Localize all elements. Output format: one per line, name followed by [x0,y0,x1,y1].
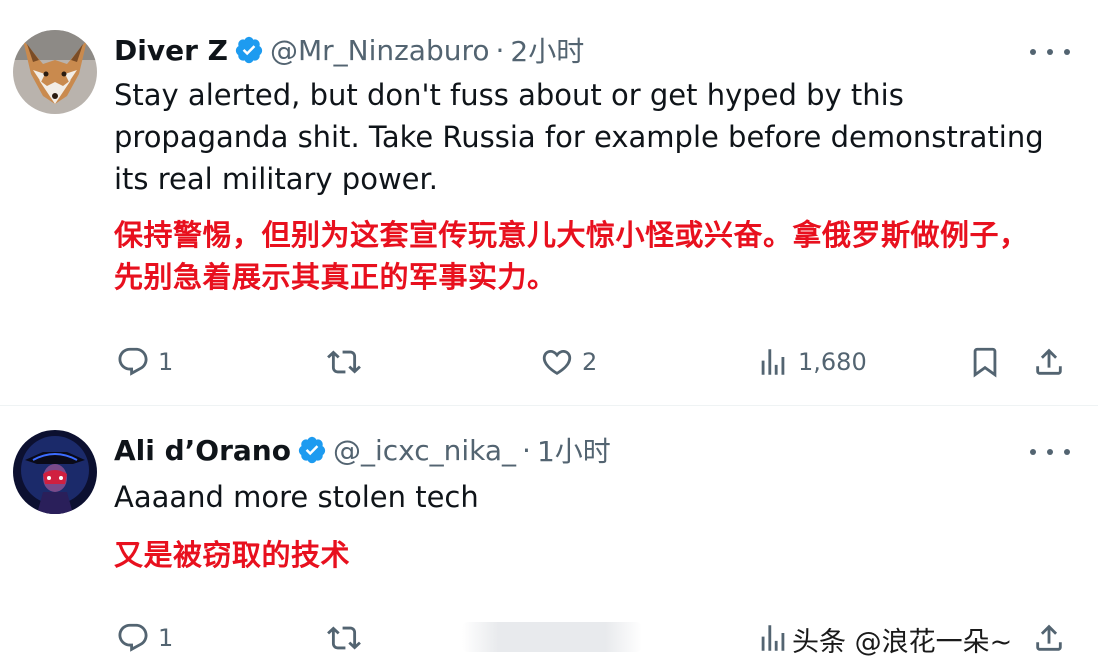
blurred-overlay [462,622,642,652]
more-options-icon[interactable] [1030,42,1070,62]
heart-icon [542,349,572,375]
user-handle[interactable]: @Mr_Ninzaburo [270,34,490,67]
tweet-translation: 保持警惕，但别为这套宣传玩意儿大惊小怪或兴奋。拿俄罗斯做例子，先别急着展示其真正… [114,218,1029,294]
share-button[interactable] [1032,616,1066,660]
verified-badge-icon [297,435,327,465]
tweet-header: Ali d’Orano @_icxc_nika_ · 1小时 [114,430,611,470]
bookmark-icon [973,347,997,378]
reply-count: 1 [158,624,174,652]
tweet[interactable]: Diver Z @Mr_Ninzaburo · 2小时 Stay alerted… [0,0,1098,406]
more-options-icon[interactable] [1030,442,1070,462]
timestamp[interactable]: 1小时 [537,430,611,470]
views-count: 1,680 [798,348,867,376]
display-name[interactable]: Ali d’Orano [114,434,291,467]
views-chart-icon [761,625,785,651]
like-count: 2 [582,348,598,376]
views-button[interactable]: 1,680 [756,340,867,384]
reply-icon [118,623,148,652]
retweet-button[interactable] [327,616,361,660]
bookmark-button[interactable] [968,340,1002,384]
display-name[interactable]: Diver Z [114,34,228,67]
views-button[interactable] [756,616,790,660]
dark-figure-avatar-icon [13,430,97,514]
reply-icon [118,347,148,376]
watermark: 头条 @浪花一朵~ [792,627,1013,658]
retweet-icon [327,350,361,374]
retweet-icon [327,626,361,650]
user-handle[interactable]: @_icxc_nika_ [333,434,516,467]
tweet-header: Diver Z @Mr_Ninzaburo · 2小时 [114,30,584,70]
verified-badge-icon [234,35,264,65]
tweet-text: Stay alerted, but don't fuss about or ge… [114,78,1044,196]
views-chart-icon [761,349,785,375]
like-button[interactable]: 2 [540,340,597,384]
reply-button[interactable]: 1 [116,340,173,384]
avatar[interactable] [13,30,97,114]
timestamp[interactable]: 2小时 [510,30,584,70]
fox-avatar-icon [13,30,97,114]
action-bar: 1 2 1,680 [0,340,1098,384]
separator-dot: · [522,433,531,467]
separator-dot: · [495,33,505,67]
share-button[interactable] [1032,340,1066,384]
reply-count: 1 [158,348,174,376]
tweet-text: Aaaand more stolen tech [114,480,479,514]
avatar[interactable] [13,430,97,514]
reply-button[interactable]: 1 [116,616,173,660]
tweet-translation: 又是被窃取的技术 [114,538,351,572]
share-icon [1036,624,1062,651]
share-icon [1036,348,1062,375]
retweet-button[interactable] [327,340,369,384]
